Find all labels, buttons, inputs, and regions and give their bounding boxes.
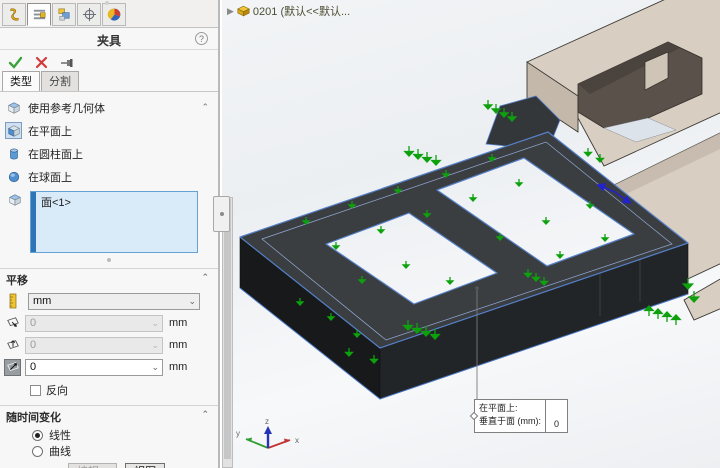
scrollbar-thumb[interactable]: [224, 199, 231, 459]
tree-expand-caret[interactable]: ▶: [227, 6, 234, 17]
configuration-manager-icon: [57, 7, 72, 22]
translate-input-2: 0 ⌄: [25, 337, 163, 354]
option-on-spherical-face[interactable]: 在球面上: [0, 165, 218, 188]
callout-line2: 垂直于面 (mm):: [479, 415, 545, 428]
option-on-flat-face[interactable]: 在平面上: [0, 119, 218, 142]
unit-label: mm: [169, 339, 187, 351]
triad-x-label: x: [295, 436, 299, 445]
collapse-chevron-icon[interactable]: ⌃: [201, 102, 209, 113]
linear-radio[interactable]: [32, 430, 43, 441]
option-use-reference-geometry[interactable]: 使用参考几何体 ⌃: [0, 96, 218, 119]
listbox-resize-handle[interactable]: [107, 258, 111, 262]
linear-label: 线性: [49, 427, 71, 443]
unit-row: mm ⌄: [0, 290, 218, 312]
translate-field-row-2: 0 ⌄ mm: [0, 334, 218, 356]
time-buttons-row: 编辑... 视图: [0, 463, 218, 468]
featuremanager-tree-icon: [7, 7, 22, 22]
ok-button[interactable]: [8, 56, 23, 70]
unit-label: mm: [169, 317, 187, 329]
callout-value-field[interactable]: 0: [545, 400, 567, 432]
chevron-down-icon: ⌄: [151, 340, 159, 351]
spherical-face-icon: [5, 168, 22, 185]
fixture-callout: 在平面上: 垂直于面 (mm): 0: [474, 399, 568, 433]
translate-input-1: 0 ⌄: [25, 315, 163, 332]
panel-subtabs: 类型 分割: [0, 72, 218, 92]
edit-button: 编辑...: [68, 463, 117, 468]
face-selection-icon: [6, 191, 23, 208]
model-scene[interactable]: z x y: [222, 0, 720, 468]
cylindrical-face-icon: [5, 145, 22, 162]
translate-field-row-1: 0 ⌄ mm: [0, 312, 218, 334]
tab-type[interactable]: 类型: [2, 71, 40, 91]
tree-node-label[interactable]: 0201 (默认<<默认...: [253, 3, 350, 19]
reference-geometry-icon: [5, 99, 22, 116]
chevron-down-icon: ⌄: [151, 362, 159, 373]
property-manager-panel: 夹具 ? 类型 分割: [0, 0, 220, 468]
chevron-down-icon: ⌄: [151, 318, 159, 329]
curve-option-row[interactable]: 曲线: [0, 443, 218, 459]
section-translate: 平移 ⌃: [0, 268, 218, 290]
callout-line1: 在平面上:: [479, 402, 545, 415]
option-label: 使用参考几何体: [28, 100, 105, 116]
origin-triad: z x y: [236, 417, 299, 448]
unit-label: mm: [169, 361, 187, 373]
propertymanager-icon: [32, 7, 47, 22]
triad-y-label: y: [236, 429, 240, 438]
unit-ruler-icon: [4, 293, 21, 310]
manager-tab-bar: [0, 0, 218, 28]
solidworks-window: 夹具 ? 类型 分割: [0, 0, 720, 468]
option-on-cylindrical-face[interactable]: 在圆柱面上: [0, 142, 218, 165]
panel-action-bar: [0, 50, 218, 72]
selection-listbox[interactable]: 面<1>: [30, 191, 198, 253]
flat-face-icon: [5, 122, 22, 139]
featuremanager-tree-tab[interactable]: [2, 3, 26, 26]
chevron-down-icon: ⌄: [188, 296, 196, 307]
reverse-label: 反向: [46, 382, 68, 398]
collapse-chevron-icon[interactable]: ⌃: [201, 409, 209, 420]
part-icon: [237, 5, 250, 17]
dimxpert-manager-tab[interactable]: [77, 3, 101, 26]
linear-option-row[interactable]: 线性: [0, 427, 218, 443]
reverse-checkbox[interactable]: [30, 385, 41, 396]
option-label: 在平面上: [28, 123, 72, 139]
selection-active-bar: [31, 192, 36, 252]
tab-split[interactable]: 分割: [41, 71, 79, 91]
selection-row: 面<1>: [0, 188, 218, 256]
option-label: 在球面上: [28, 169, 72, 185]
selected-face-item[interactable]: 面<1>: [41, 194, 71, 210]
configuration-manager-tab[interactable]: [52, 3, 76, 26]
panel-title: 夹具: [0, 32, 218, 49]
translate-input-3[interactable]: 0 ⌄: [25, 359, 163, 376]
display-manager-tab[interactable]: [102, 3, 126, 26]
view-button[interactable]: 视图: [125, 463, 165, 468]
translate-dir2-icon[interactable]: [4, 337, 21, 354]
curve-label: 曲线: [49, 443, 71, 459]
feature-tree-flyout-node[interactable]: ▶ 0201 (默认<<默认...: [227, 3, 350, 19]
translate-dir1-icon[interactable]: [4, 315, 21, 332]
collapse-chevron-icon[interactable]: ⌃: [201, 272, 209, 283]
panel-splitter-grip[interactable]: [213, 196, 230, 232]
curve-radio[interactable]: [32, 446, 43, 457]
dimxpert-manager-icon: [82, 7, 97, 22]
translate-field-row-3: 0 ⌄ mm: [0, 356, 218, 378]
reverse-direction-row[interactable]: 反向: [0, 381, 218, 399]
pin-button[interactable]: [60, 57, 76, 69]
panel-title-row: 夹具 ?: [0, 28, 218, 50]
graphics-viewport[interactable]: ▶ 0201 (默认<<默认...: [222, 0, 720, 468]
cancel-button[interactable]: [35, 56, 48, 69]
unit-dropdown[interactable]: mm ⌄: [28, 293, 200, 310]
panel-scrollbar[interactable]: [222, 197, 233, 468]
propertymanager-tab[interactable]: [27, 3, 51, 26]
option-label: 在圆柱面上: [28, 146, 83, 162]
triad-z-label: z: [265, 417, 269, 426]
display-manager-icon: [107, 7, 122, 22]
section-vary-with-time: 随时间变化 ⌃: [0, 405, 218, 427]
panel-resize-dot[interactable]: [105, 1, 109, 5]
translate-normal-icon[interactable]: [4, 359, 21, 376]
help-icon[interactable]: ?: [195, 32, 208, 45]
